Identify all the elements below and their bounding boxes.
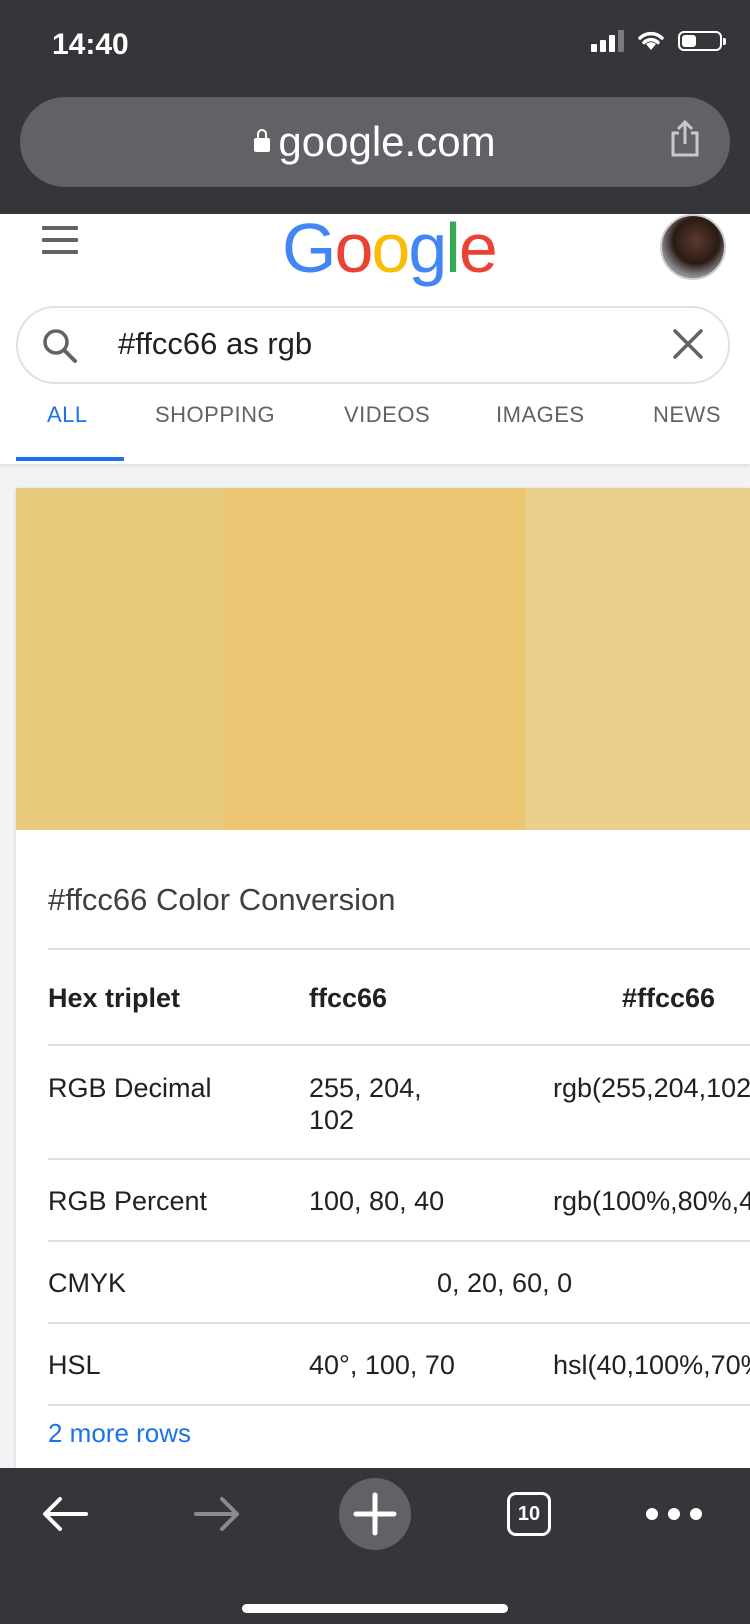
google-logo[interactable]: Google — [282, 214, 498, 288]
more-menu-icon[interactable] — [646, 1508, 702, 1520]
row-label: HSL — [48, 1350, 101, 1380]
url-text: google.com — [278, 118, 496, 165]
logo-letter: l — [445, 214, 461, 287]
conversion-table: Hex triplet ffcc66 #ffcc66 RGB Decimal 2… — [48, 948, 750, 1406]
browser-top-bar: 14:40 google.com — [0, 0, 750, 214]
row-css: hsl(40,100%,70%) — [553, 1350, 750, 1380]
share-icon[interactable] — [668, 119, 702, 159]
tab-images[interactable]: IMAGES — [496, 402, 585, 428]
search-icon[interactable] — [40, 326, 80, 366]
back-arrow-icon[interactable] — [40, 1494, 90, 1534]
row-value: ffcc66 — [309, 983, 388, 1013]
logo-letter: o — [371, 214, 410, 287]
google-header: Google #ffcc66 as rgb ALL SHOPPING VIDEO… — [0, 214, 750, 464]
tab-switcher-button[interactable]: 10 — [507, 1492, 551, 1536]
home-indicator[interactable] — [242, 1604, 508, 1613]
search-tabs: ALL SHOPPING VIDEOS IMAGES NEWS — [0, 399, 750, 464]
logo-letter: G — [282, 214, 336, 287]
color-swatch — [525, 488, 750, 830]
row-css: rgb(100%,80%,40%) — [553, 1186, 750, 1216]
table-row: Hex triplet ffcc66 #ffcc66 — [48, 948, 750, 1044]
color-swatch — [16, 488, 225, 830]
menu-icon[interactable] — [42, 226, 78, 262]
row-label: RGB Decimal — [48, 1073, 212, 1103]
search-input[interactable]: #ffcc66 as rgb — [118, 326, 312, 362]
browser-bottom-bar: 10 — [0, 1468, 750, 1624]
row-value: 0, 20, 60, 0 — [437, 1268, 573, 1298]
table-row: RGB Decimal 255, 204, 102 rgb(255,204,10… — [48, 1044, 750, 1158]
table-row: CMYK 0, 20, 60, 0 — [48, 1240, 750, 1322]
row-css: #ffcc66 — [622, 983, 716, 1013]
battery-icon — [678, 31, 726, 51]
row-value: 255, 204, — [309, 1073, 422, 1103]
row-label: RGB Percent — [48, 1186, 208, 1216]
tab-videos[interactable]: VIDEOS — [344, 402, 430, 428]
status-time: 14:40 — [52, 28, 129, 61]
new-tab-button[interactable] — [339, 1478, 411, 1550]
logo-letter: e — [458, 214, 498, 287]
cellular-signal-icon — [591, 30, 624, 52]
tab-shopping[interactable]: SHOPPING — [155, 402, 275, 428]
forward-arrow-icon[interactable] — [192, 1494, 242, 1534]
row-value: 100, 80, 40 — [309, 1186, 445, 1216]
tab-all[interactable]: ALL — [47, 402, 88, 428]
wifi-icon — [638, 31, 664, 50]
more-rows-link[interactable]: 2 more rows — [48, 1418, 191, 1449]
color-swatches — [16, 488, 750, 830]
close-icon[interactable] — [670, 326, 706, 362]
url-bar[interactable]: google.com — [20, 97, 730, 187]
table-row: HSL 40°, 100, 70 hsl(40,100%,70%) — [48, 1322, 750, 1406]
logo-letter: g — [408, 214, 447, 287]
avatar[interactable] — [660, 214, 726, 280]
search-box[interactable]: #ffcc66 as rgb — [16, 306, 730, 384]
row-value-continued: 102 — [309, 1105, 355, 1135]
status-icons — [591, 30, 726, 52]
color-result-card: #ffcc66 Color Conversion Hex triplet ffc… — [16, 488, 750, 1468]
table-row: RGB Percent 100, 80, 40 rgb(100%,80%,40%… — [48, 1158, 750, 1240]
row-label: Hex triplet — [48, 983, 181, 1013]
plus-icon — [353, 1492, 397, 1536]
web-page: Google #ffcc66 as rgb ALL SHOPPING VIDEO… — [0, 214, 750, 1468]
tab-news[interactable]: NEWS — [653, 402, 721, 428]
lock-icon — [254, 129, 271, 152]
logo-letter: o — [334, 214, 373, 287]
row-label: CMYK — [48, 1268, 127, 1298]
result-title: #ffcc66 Color Conversion — [48, 882, 396, 917]
row-value: 40°, 100, 70 — [309, 1350, 455, 1380]
row-css: rgb(255,204,102) — [553, 1073, 750, 1103]
active-tab-indicator — [16, 457, 124, 461]
color-swatch — [225, 488, 525, 830]
